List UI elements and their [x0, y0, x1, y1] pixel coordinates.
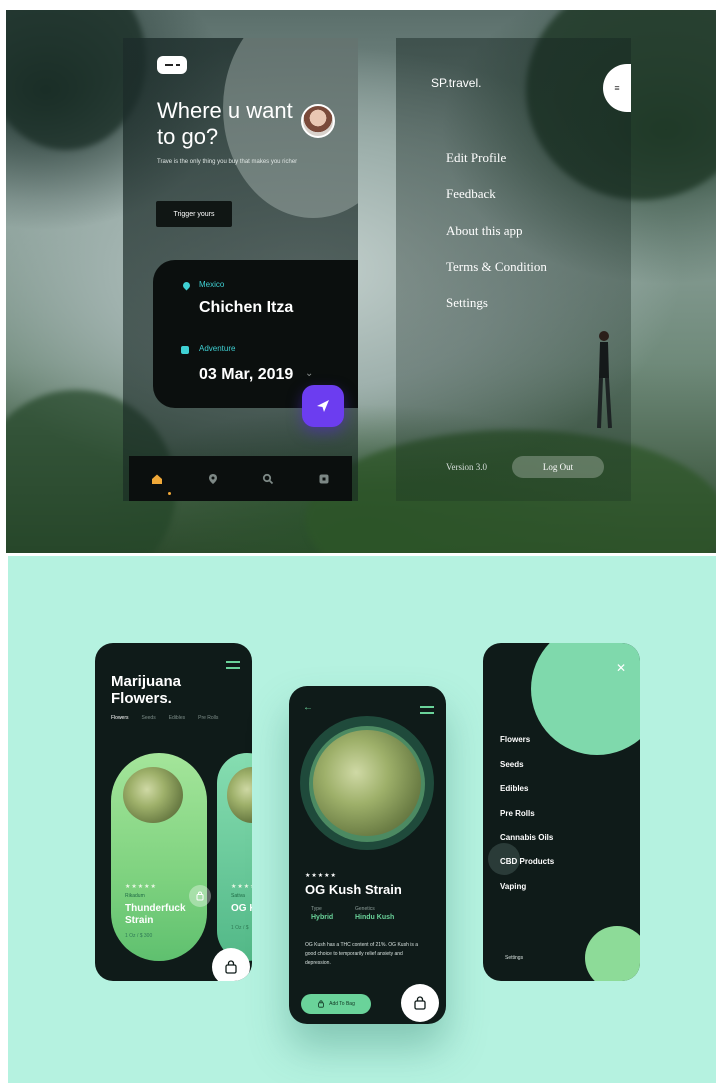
chevron-down-icon[interactable]: ⌄ — [305, 368, 313, 379]
type-label: Type — [311, 906, 322, 912]
active-tab-indicator — [168, 492, 171, 495]
product-name: OG Kush Strain — [305, 882, 402, 897]
shop-menu-screen: ✕ Flowers Seeds Edibles Pre Rolls Cannab… — [483, 643, 640, 981]
add-to-bag-label: Add To Bag — [329, 1001, 355, 1007]
send-button[interactable] — [302, 385, 344, 427]
cart-button[interactable] — [212, 948, 250, 981]
bookmark-icon[interactable] — [318, 473, 330, 485]
product-name: Thunderfuck Strain — [125, 903, 186, 926]
product-name: OG K — [231, 903, 252, 914]
genetics-value: Hindu Kush — [355, 914, 395, 921]
bottom-tab-bar — [129, 456, 352, 501]
settings-link[interactable]: Settings — [505, 955, 523, 961]
travel-app-showcase: Where u want to go? Trave is the only th… — [6, 10, 716, 553]
decorative-circle — [585, 926, 640, 981]
rating-stars: ★★★★★ — [305, 873, 337, 879]
menu-icon[interactable] — [420, 706, 434, 714]
cannabis-app-showcase: Marijuana Flowers. Flowers Seeds Edibles… — [8, 556, 716, 1083]
avatar[interactable] — [301, 104, 335, 138]
menu-toggle-button[interactable]: ≡ — [603, 64, 631, 112]
product-detail-screen: ← ★★★★★ OG Kush Strain Type Hybrid Genet… — [289, 686, 446, 1024]
location-pin-icon — [181, 280, 192, 291]
product-card[interactable]: ★★★★★ Rikadum Thunderfuck Strain 1 Oz / … — [111, 753, 211, 961]
travel-home-screen: Where u want to go? Trave is the only th… — [123, 38, 358, 501]
menu-item-cannabis-oils[interactable]: Cannabis Oils — [500, 833, 553, 842]
hiker-figure — [597, 331, 612, 429]
tab-pre-rolls[interactable]: Pre Rolls — [198, 715, 218, 721]
location-label: Mexico — [199, 280, 225, 289]
bag-icon — [414, 996, 426, 1010]
bag-icon — [196, 891, 204, 901]
menu-item-cbd-products[interactable]: CBD Products — [500, 857, 554, 866]
location-name: Chichen Itza — [199, 299, 294, 316]
menu-item-about[interactable]: About this app — [446, 223, 523, 239]
product-image — [227, 767, 252, 823]
back-arrow-icon[interactable]: ← — [303, 702, 313, 713]
menu-item-vaping[interactable]: Vaping — [500, 882, 526, 891]
menu-icon — [164, 64, 173, 66]
menu-item-seeds[interactable]: Seeds — [500, 760, 524, 769]
product-price: 1 Oz / $ 300 — [125, 933, 153, 939]
page-title: Marijuana Flowers. — [111, 673, 182, 707]
category-tabs: Flowers Seeds Edibles Pre Rolls — [111, 715, 218, 721]
product-description: OG Kush has a THC content of 21%. OG Kus… — [305, 942, 419, 966]
trigger-button[interactable]: Trigger yours — [156, 201, 232, 227]
add-to-bag-button[interactable]: Add To Bag — [301, 994, 371, 1014]
type-value: Hybrid — [311, 914, 334, 921]
menu-item-settings[interactable]: Settings — [446, 295, 488, 311]
menu-item-edibles[interactable]: Edibles — [500, 784, 528, 793]
tab-seeds[interactable]: Seeds — [142, 715, 156, 721]
product-image — [313, 730, 421, 836]
menu-item-terms[interactable]: Terms & Condition — [446, 259, 547, 275]
product-card[interactable]: ★★★★★ Sativa OG K 1 Oz / $ — [217, 753, 252, 961]
send-icon — [317, 400, 329, 412]
close-icon[interactable]: ✕ — [616, 661, 626, 675]
rating-stars: ★★★★★ — [231, 884, 252, 890]
product-type: Sativa — [231, 893, 245, 899]
tab-flowers[interactable]: Flowers — [111, 715, 129, 721]
headline: Where u want to go? — [157, 98, 293, 149]
menu-item-edit-profile[interactable]: Edit Profile — [446, 150, 506, 166]
category-label: Adventure — [199, 344, 236, 353]
version-label: Version 3.0 — [446, 462, 487, 472]
bag-icon — [225, 960, 237, 974]
category-icon — [181, 346, 189, 354]
menu-item-feedback[interactable]: Feedback — [446, 186, 496, 202]
genetics-label: Genetics — [355, 906, 375, 912]
flowers-list-screen: Marijuana Flowers. Flowers Seeds Edibles… — [95, 643, 252, 981]
menu-icon[interactable] — [226, 661, 240, 669]
menu-item-pre-rolls[interactable]: Pre Rolls — [500, 809, 535, 818]
pin-icon[interactable] — [207, 473, 219, 485]
product-type: Rikadum — [125, 893, 145, 899]
menu-item-flowers[interactable]: Flowers — [500, 735, 530, 744]
menu-button[interactable] — [157, 56, 187, 74]
product-image — [123, 767, 183, 823]
product-price: 1 Oz / $ — [231, 925, 249, 931]
search-icon[interactable] — [262, 473, 274, 485]
menu-icon: ≡ — [614, 83, 620, 93]
cart-button[interactable] — [401, 984, 439, 1022]
bag-icon — [318, 1000, 324, 1008]
brand-logo: SP.travel. — [431, 76, 482, 90]
rating-stars: ★★★★★ — [125, 884, 157, 890]
home-icon[interactable] — [151, 473, 163, 485]
logout-button[interactable]: Log Out — [512, 456, 604, 478]
decorative-circle — [531, 643, 640, 755]
subtitle: Trave is the only thing you buy that mak… — [157, 159, 298, 165]
trip-date[interactable]: 03 Mar, 2019 — [199, 366, 293, 384]
tab-edibles[interactable]: Edibles — [169, 715, 185, 721]
